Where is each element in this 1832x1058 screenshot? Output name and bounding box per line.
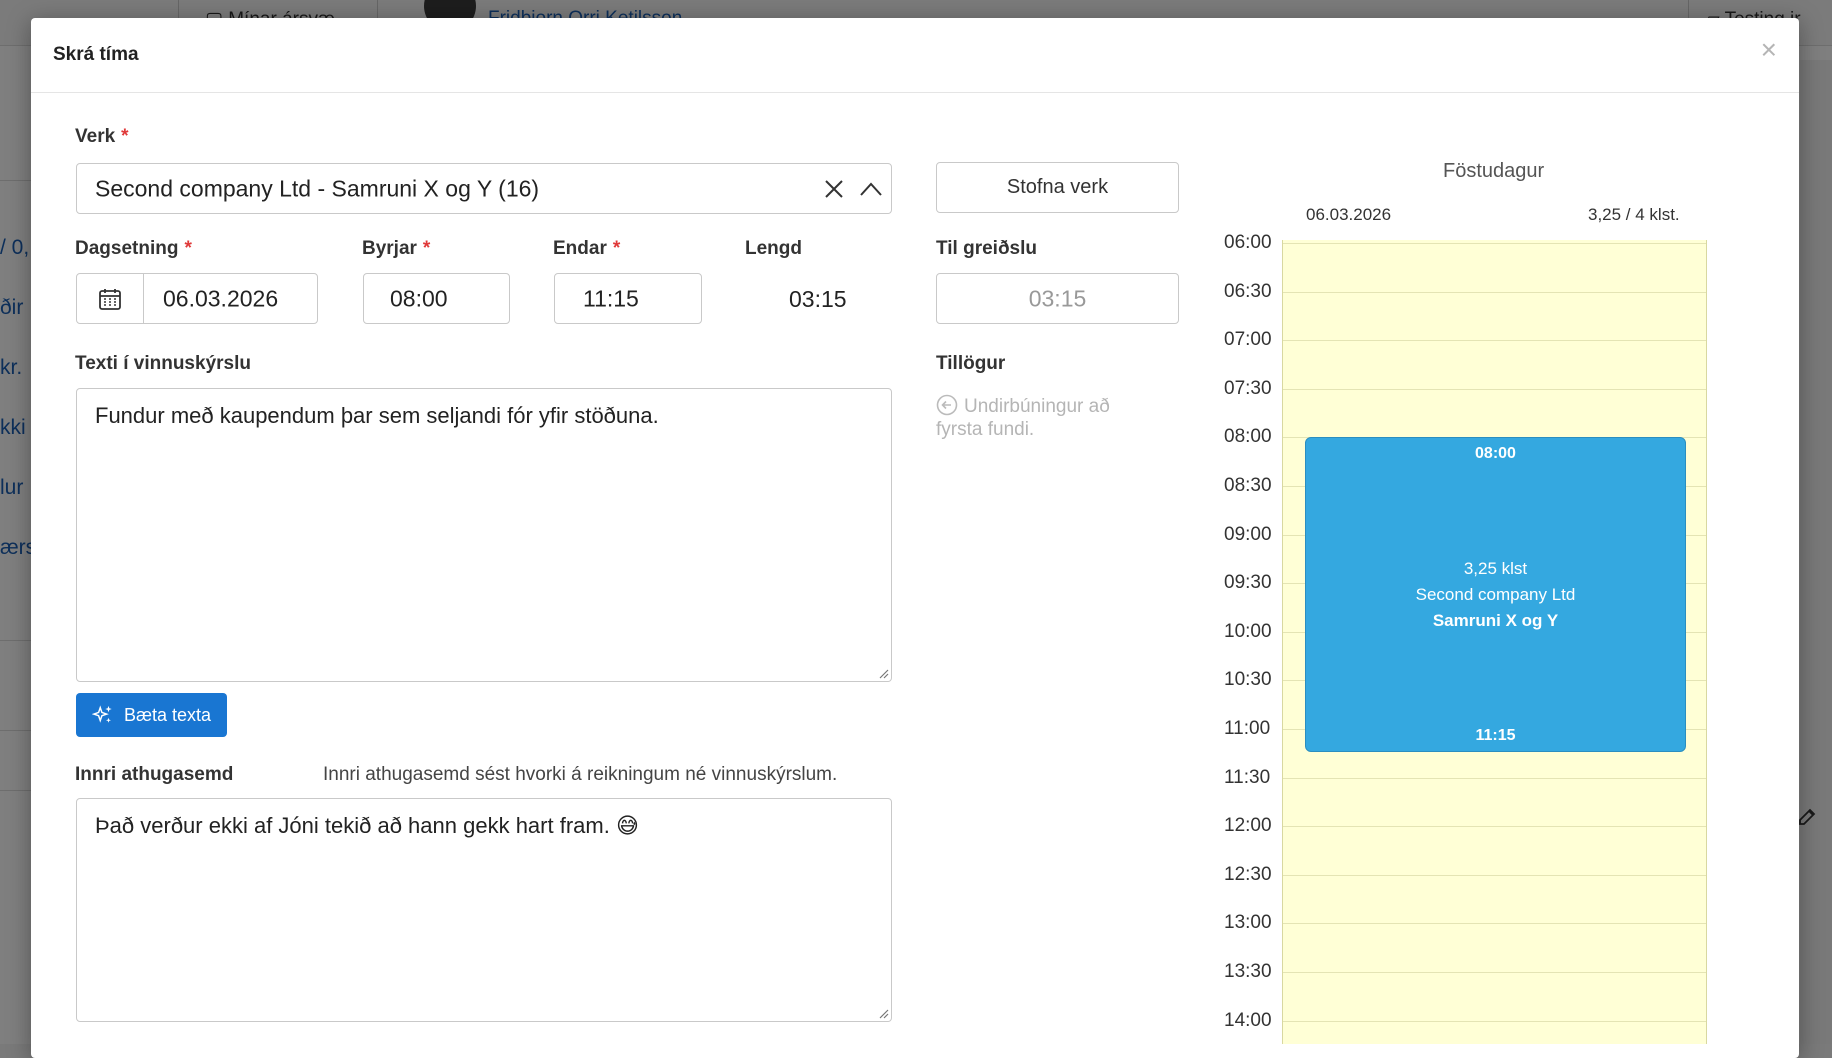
create-project-button[interactable]: Stofna verk xyxy=(936,162,1179,213)
calendar-time-label: 08:00 xyxy=(1224,426,1272,448)
start-label: Byrjar * xyxy=(362,238,430,260)
resize-handle-icon[interactable] xyxy=(877,1007,889,1019)
sparkle-icon xyxy=(92,705,112,723)
required-mark: * xyxy=(121,126,129,147)
improve-text-label: Bæta texta xyxy=(124,704,212,725)
verk-label-text: Verk xyxy=(75,126,116,147)
billable-input[interactable]: 03:15 xyxy=(936,273,1179,324)
improve-text-button[interactable]: Bæta texta xyxy=(76,693,228,737)
calendar-hour-line xyxy=(1283,826,1706,828)
calendar-time-label: 07:30 xyxy=(1224,377,1272,399)
calendar-day-name: Föstudagur xyxy=(1443,160,1545,182)
calendar-date: 06.03.2026 xyxy=(1306,205,1392,224)
work-text-value: Fundur með kaupendum þar sem seljandi fó… xyxy=(95,403,659,428)
event-start-time: 08:00 xyxy=(1475,445,1516,462)
internal-note-label: Innri athugasemd xyxy=(75,764,234,785)
calendar-time-label: 13:00 xyxy=(1224,912,1272,934)
calendar-time-label: 14:00 xyxy=(1224,1009,1272,1031)
calendar-time-label: 09:00 xyxy=(1224,523,1272,545)
calendar-time-label: 07:00 xyxy=(1224,329,1272,351)
event-details: 3,25 klst Second company Ltd Samruni X o… xyxy=(1306,556,1685,634)
billable-label: Til greiðslu xyxy=(936,238,1038,259)
calendar-summary: 3,25 / 4 klst. xyxy=(1588,205,1680,224)
end-time-value: 11:15 xyxy=(583,285,639,311)
suggestions-label: Tillögur xyxy=(936,353,1006,374)
date-picker-button[interactable] xyxy=(77,274,144,323)
modal-title: Skrá tíma xyxy=(53,44,139,65)
suggestion-item[interactable]: Undirbúningur að fyrsta fundi. xyxy=(936,394,1156,441)
calendar-hour-line xyxy=(1283,972,1706,973)
end-label-text: Endar xyxy=(553,238,607,259)
calendar-time-label: 11:30 xyxy=(1224,766,1271,788)
internal-note-hint: Innri athugasemd sést hvorki á reikningu… xyxy=(323,764,838,785)
clear-icon[interactable] xyxy=(823,178,845,200)
calendar-time-label: 06:00 xyxy=(1224,232,1272,253)
verk-select[interactable]: Second company Ltd - Samruni X og Y (16) xyxy=(76,163,892,214)
calendar-hour-line xyxy=(1283,874,1706,876)
calendar-hour-line xyxy=(1283,1020,1706,1022)
calendar-time-label: 12:30 xyxy=(1224,863,1272,885)
event-company: Second company Ltd xyxy=(1415,585,1576,604)
end-time-input[interactable]: 11:15 xyxy=(554,273,702,324)
date-label: Dagsetning * xyxy=(75,238,192,260)
calendar-time-label: 06:30 xyxy=(1224,280,1272,302)
required-mark: * xyxy=(184,238,192,259)
calendar-hour-line xyxy=(1283,291,1706,293)
event-project: Samruni X og Y xyxy=(1432,611,1559,630)
arrow-left-circle-icon xyxy=(936,394,958,416)
internal-note-value: Það verður ekki af Jóni tekið að hann ge… xyxy=(95,813,639,838)
start-time-value: 08:00 xyxy=(390,285,448,311)
calendar-hour-line xyxy=(1283,923,1706,925)
work-text-textarea[interactable]: Fundur með kaupendum þar sem seljandi fó… xyxy=(76,388,892,682)
calendar-hour-line xyxy=(1283,340,1706,342)
close-icon[interactable]: × xyxy=(1761,36,1777,64)
calendar-time-label: 09:30 xyxy=(1224,572,1272,594)
required-mark: * xyxy=(612,238,621,259)
end-label: Endar * xyxy=(553,238,620,260)
event-end-time: 11:15 xyxy=(1475,727,1516,744)
internal-note-textarea[interactable]: Það verður ekki af Jóni tekið að hann ge… xyxy=(76,798,892,1022)
event-duration: 3,25 klst xyxy=(1463,559,1528,578)
calendar-time-label: 11:00 xyxy=(1224,718,1271,739)
resize-handle-icon[interactable] xyxy=(877,667,889,679)
verk-select-value: Second company Ltd - Samruni X og Y (16) xyxy=(95,175,540,201)
calendar-hour-line xyxy=(1283,777,1706,779)
calendar-hour-line xyxy=(1283,388,1706,390)
work-text-label: Texti í vinnuskýrslu xyxy=(75,353,251,374)
calendar-time-label: 10:30 xyxy=(1224,669,1272,691)
modal-header: Skrá tíma × xyxy=(31,18,1799,93)
calendar-time-label: 08:30 xyxy=(1224,475,1272,496)
suggestion-text: Undirbúningur að fyrsta fundi. xyxy=(936,396,1110,440)
calendar-time-label: 12:00 xyxy=(1224,815,1272,837)
required-mark: * xyxy=(422,238,431,259)
chevron-up-icon[interactable] xyxy=(859,181,883,197)
date-value: 06.03.2026 xyxy=(163,285,279,311)
billable-value: 03:15 xyxy=(1028,285,1087,311)
verk-label: Verk * xyxy=(75,126,129,148)
calendar-event[interactable]: 08:00 3,25 klst Second company Ltd Samru… xyxy=(1305,437,1686,752)
select-controls xyxy=(823,178,883,200)
length-value: 03:15 xyxy=(789,286,847,312)
start-label-text: Byrjar xyxy=(362,238,417,259)
calendar-icon xyxy=(99,288,121,310)
calendar-hour-line xyxy=(1283,243,1706,244)
date-label-text: Dagsetning xyxy=(75,238,179,259)
calendar-time-label: 13:30 xyxy=(1224,961,1272,982)
calendar-time-label: 10:00 xyxy=(1224,620,1272,642)
start-time-input[interactable]: 08:00 xyxy=(363,273,510,324)
date-field[interactable]: 06.03.2026 xyxy=(76,273,318,324)
length-label: Lengd xyxy=(745,238,802,259)
